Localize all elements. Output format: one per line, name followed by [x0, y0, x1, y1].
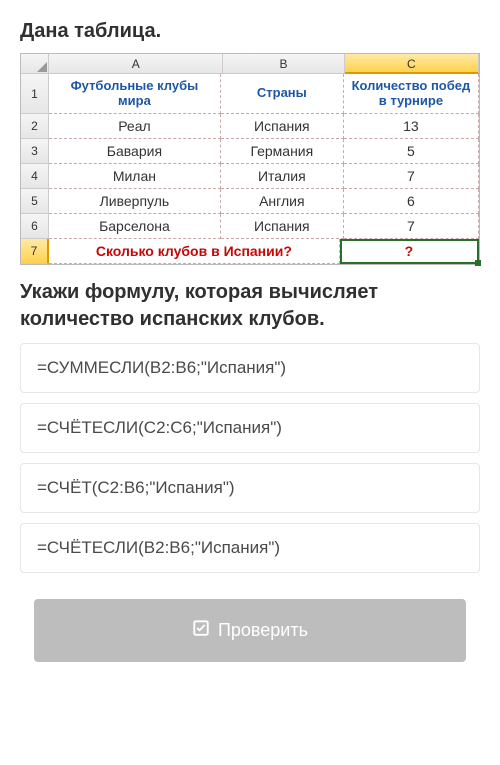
cell-a2: Реал: [49, 114, 221, 139]
cell-c5: 6: [344, 189, 479, 214]
row-header: 3: [21, 139, 49, 164]
check-button[interactable]: Проверить: [34, 599, 466, 662]
cell-a5: Ливерпуль: [49, 189, 221, 214]
spreadsheet-corner: [21, 54, 49, 74]
answer-option-2[interactable]: =СЧЁТЕСЛИ(C2:C6;"Испания"): [20, 403, 480, 453]
col-header-c: C: [345, 54, 479, 74]
cell-a3: Бавария: [49, 139, 221, 164]
cell-b2: Испания: [221, 114, 344, 139]
answer-option-3[interactable]: =СЧЁТ(C2:B6;"Испания"): [20, 463, 480, 513]
question-instruction: Укажи формулу, которая вычисляет количес…: [20, 279, 480, 333]
cell-c1: Количество побед в турнире: [344, 74, 479, 114]
cell-b4: Италия: [221, 164, 344, 189]
intro-heading: Дана таблица.: [20, 20, 480, 43]
col-header-b: B: [223, 54, 344, 74]
row-header: 6: [21, 214, 49, 239]
answer-options: =СУММЕСЛИ(B2:B6;"Испания") =СЧЁТЕСЛИ(C2:…: [20, 343, 480, 573]
cell-b1: Страны: [221, 74, 344, 114]
cell-question-mark: ?: [340, 239, 479, 264]
cell-b3: Германия: [221, 139, 344, 164]
cell-question-text: Сколько клубов в Испании?: [49, 239, 340, 264]
cell-a6: Барселона: [49, 214, 221, 239]
row-header: 2: [21, 114, 49, 139]
cell-c3: 5: [344, 139, 479, 164]
cell-b6: Испания: [221, 214, 344, 239]
check-button-label: Проверить: [218, 620, 308, 641]
cell-b5: Англия: [221, 189, 344, 214]
cell-c2: 13: [344, 114, 479, 139]
cell-a4: Милан: [49, 164, 221, 189]
spreadsheet-table: A B C 1 Футбольные клубы мира Страны Кол…: [20, 53, 480, 265]
answer-option-4[interactable]: =СЧЁТЕСЛИ(B2:B6;"Испания"): [20, 523, 480, 573]
row-header: 4: [21, 164, 49, 189]
cell-c6: 7: [344, 214, 479, 239]
row-header: 7: [21, 239, 49, 264]
col-header-a: A: [49, 54, 223, 74]
cell-a1: Футбольные клубы мира: [49, 74, 221, 114]
row-header: 5: [21, 189, 49, 214]
cell-c4: 7: [344, 164, 479, 189]
row-header: 1: [21, 74, 49, 114]
answer-option-1[interactable]: =СУММЕСЛИ(B2:B6;"Испания"): [20, 343, 480, 393]
check-icon: [192, 619, 210, 642]
